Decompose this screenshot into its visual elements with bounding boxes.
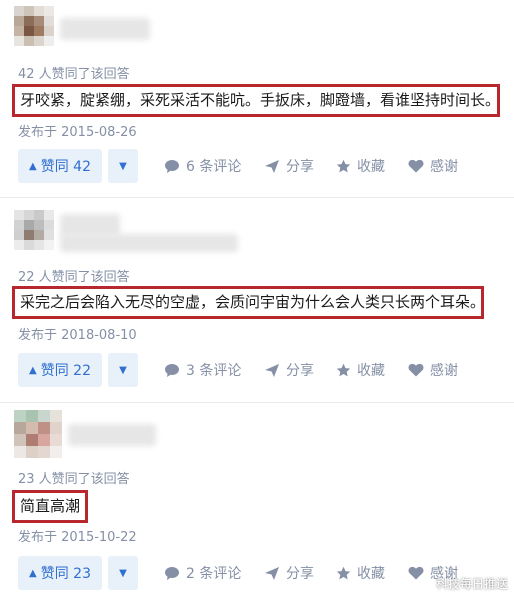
comment-icon — [164, 159, 180, 174]
triangle-up-icon: ▲ — [29, 364, 37, 376]
heart-icon — [408, 363, 424, 377]
answer-content: 牙咬紧，腚紧绷，采死采活不能吭。手扳床，脚蹬墙，看谁坚持时间长。 — [12, 84, 500, 117]
share-icon — [264, 363, 280, 378]
voters-count: 42 人赞同了该回答 — [18, 67, 130, 82]
action-bar: ▲ 赞同 22 ▼ 3 条评论 分享 收藏 感谢 — [18, 353, 498, 387]
voters-count: 23 人赞同了该回答 — [18, 472, 130, 487]
share-icon — [264, 566, 280, 581]
publish-date[interactable]: 发布于 2015-08-26 — [18, 121, 137, 140]
author-name-blurred[interactable] — [68, 424, 156, 446]
comment-button[interactable]: 3 条评论 — [164, 353, 241, 387]
upvote-button[interactable]: ▲ 赞同 42 — [18, 149, 102, 183]
collect-label: 收藏 — [357, 159, 385, 175]
avatar[interactable] — [14, 210, 54, 250]
share-label: 分享 — [286, 159, 314, 175]
heart-icon — [408, 566, 424, 580]
share-icon — [264, 159, 280, 174]
collect-label: 收藏 — [357, 363, 385, 379]
downvote-button[interactable]: ▼ — [108, 149, 138, 183]
triangle-up-icon: ▲ — [29, 160, 37, 172]
answer-content: 采完之后会陷入无尽的空虚，会质问宇宙为什么会人类只长两个耳朵。 — [12, 286, 485, 319]
upvote-button[interactable]: ▲ 赞同 22 — [18, 353, 102, 387]
comment-label: 2 条评论 — [186, 566, 242, 582]
comment-label: 6 条评论 — [186, 159, 242, 175]
heart-icon — [408, 159, 424, 173]
answer-item: 23 人赞同了该回答 简直高潮 发布于 2015-10-22 ▲ 赞同 23 ▼… — [0, 404, 514, 598]
action-bar: ▲ 赞同 23 ▼ 2 条评论 分享 收藏 感谢 — [18, 556, 498, 590]
share-label: 分享 — [286, 566, 314, 582]
star-icon — [336, 566, 351, 581]
downvote-button[interactable]: ▼ — [108, 353, 138, 387]
triangle-down-icon: ▼ — [119, 364, 127, 376]
downvote-button[interactable]: ▼ — [108, 556, 138, 590]
collect-button[interactable]: 收藏 — [336, 353, 385, 387]
divider — [0, 197, 514, 198]
star-icon — [336, 363, 351, 378]
collect-label: 收藏 — [357, 566, 385, 582]
upvote-label: 赞同 22 — [40, 363, 91, 379]
upvote-button[interactable]: ▲ 赞同 23 — [18, 556, 102, 590]
triangle-down-icon: ▼ — [119, 160, 127, 172]
triangle-up-icon: ▲ — [29, 567, 37, 579]
thanks-label: 感谢 — [430, 159, 458, 175]
answer-item: 22 人赞同了该回答 采完之后会陷入无尽的空虚，会质问宇宙为什么会人类只长两个耳… — [0, 200, 514, 400]
share-label: 分享 — [286, 363, 314, 379]
action-bar: ▲ 赞同 42 ▼ 6 条评论 分享 收藏 感谢 — [18, 149, 498, 183]
share-button[interactable]: 分享 — [264, 353, 314, 387]
thanks-button[interactable]: 感谢 — [408, 149, 458, 183]
comment-button[interactable]: 6 条评论 — [164, 149, 241, 183]
watermark: 科技每日推送 — [435, 577, 508, 591]
triangle-down-icon: ▼ — [119, 567, 127, 579]
upvote-label: 赞同 42 — [40, 159, 91, 175]
comment-button[interactable]: 2 条评论 — [164, 556, 241, 590]
author-name-blurred[interactable] — [60, 214, 120, 236]
divider — [0, 402, 514, 403]
share-button[interactable]: 分享 — [264, 556, 314, 590]
answer-content: 简直高潮 — [12, 490, 88, 523]
author-bio-blurred — [60, 234, 238, 252]
avatar[interactable] — [14, 410, 62, 458]
avatar[interactable] — [14, 6, 54, 46]
comment-label: 3 条评论 — [186, 363, 242, 379]
collect-button[interactable]: 收藏 — [336, 149, 385, 183]
author-name-blurred[interactable] — [60, 18, 150, 40]
answer-item: 42 人赞同了该回答 牙咬紧，腚紧绷，采死采活不能吭。手扳床，脚蹬墙，看谁坚持时… — [0, 0, 514, 200]
publish-date[interactable]: 发布于 2018-08-10 — [18, 324, 137, 343]
publish-date[interactable]: 发布于 2015-10-22 — [18, 526, 137, 545]
collect-button[interactable]: 收藏 — [336, 556, 385, 590]
upvote-label: 赞同 23 — [40, 566, 91, 582]
voters-count: 22 人赞同了该回答 — [18, 270, 130, 285]
star-icon — [336, 159, 351, 174]
comment-icon — [164, 363, 180, 378]
share-button[interactable]: 分享 — [264, 149, 314, 183]
thanks-button[interactable]: 感谢 — [408, 353, 458, 387]
comment-icon — [164, 566, 180, 581]
thanks-label: 感谢 — [430, 363, 458, 379]
